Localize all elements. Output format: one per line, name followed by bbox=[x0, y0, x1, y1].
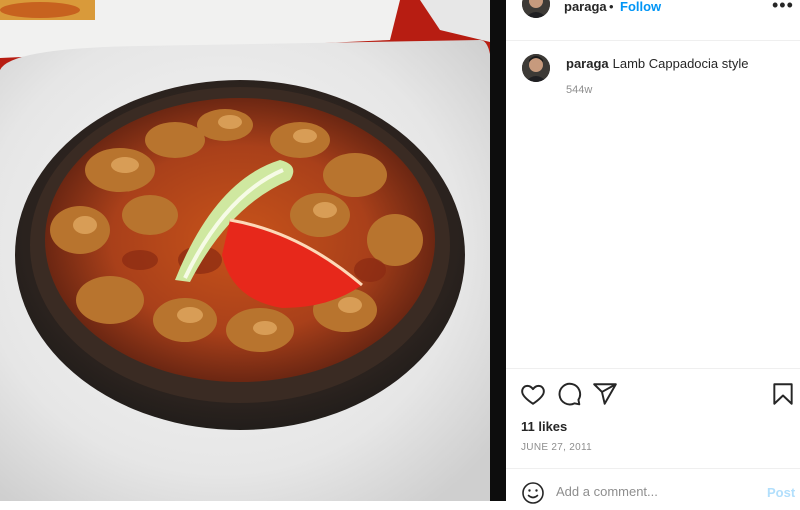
image-divider bbox=[490, 0, 506, 501]
follow-button[interactable]: Follow bbox=[620, 0, 661, 14]
more-options-icon[interactable]: ••• bbox=[772, 0, 794, 16]
post-image[interactable] bbox=[0, 0, 490, 501]
post-comment-button[interactable]: Post bbox=[767, 485, 795, 500]
separator-dot: • bbox=[609, 0, 614, 14]
caption-body: Lamb Cappadocia style bbox=[612, 56, 749, 71]
bookmark-icon[interactable] bbox=[770, 381, 796, 407]
author-avatar[interactable] bbox=[522, 0, 550, 18]
post-caption: paraga Lamb Cappadocia style bbox=[566, 56, 749, 71]
caption-avatar[interactable] bbox=[522, 54, 550, 82]
author-username[interactable]: paraga bbox=[564, 0, 607, 14]
share-icon[interactable] bbox=[592, 381, 618, 407]
emoji-icon[interactable] bbox=[521, 481, 545, 505]
post-sidebar: paraga • Follow ••• paraga Lamb Cappadoci… bbox=[506, 0, 800, 505]
comment-input[interactable] bbox=[556, 484, 746, 499]
heart-icon[interactable] bbox=[520, 381, 546, 407]
comment-bar: Post bbox=[506, 468, 800, 505]
caption-time[interactable]: 544w bbox=[566, 84, 592, 96]
action-bar bbox=[506, 368, 800, 419]
caption-username[interactable]: paraga bbox=[566, 56, 609, 71]
comment-icon[interactable] bbox=[556, 381, 582, 407]
likes-count[interactable]: 11 likes bbox=[521, 419, 567, 434]
post-date[interactable]: JUNE 27, 2011 bbox=[521, 442, 592, 453]
post-header: paraga • Follow ••• bbox=[506, 0, 800, 41]
